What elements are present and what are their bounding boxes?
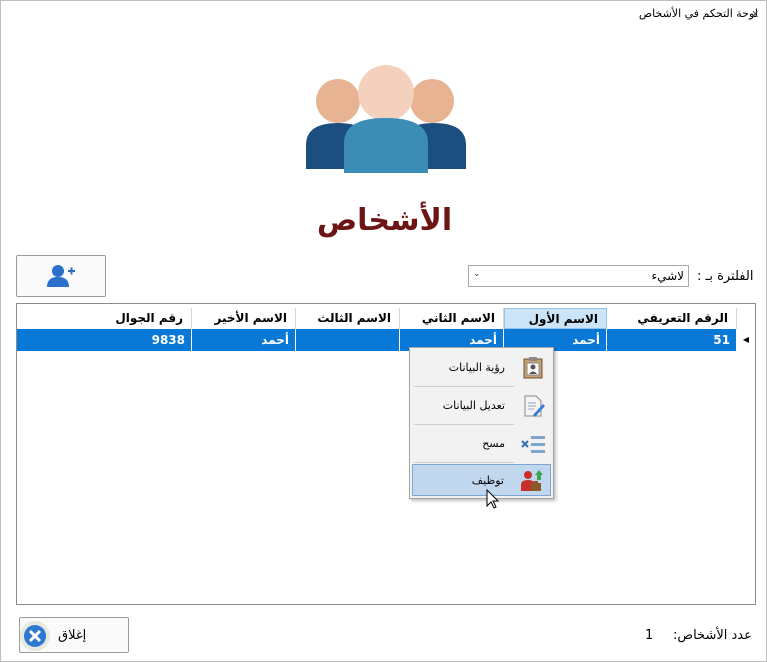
filter-selected-value: لاشيء [651,269,684,283]
column-header-phone[interactable]: رقم الجوال [17,308,192,329]
people-count-value: 1 [645,628,654,643]
cell-third-name[interactable] [296,329,400,351]
column-header-first-name[interactable]: الاسم الأول [504,308,607,329]
hire-person-icon [521,470,543,491]
menu-item-label: توظيف [471,474,504,487]
menu-item-hire[interactable]: توظيف [412,464,551,496]
menu-item-label: تعديل البيانات [442,399,505,412]
cell-id[interactable]: 51 [607,329,737,351]
id-card-icon [523,357,543,379]
cell-last-name[interactable]: أحمد [192,329,296,351]
chevron-down-icon: ⌄ [473,269,481,279]
add-person-button[interactable] [16,255,106,297]
people-table[interactable]: الرقم التعريفي الاسم الأول الاسم الثاني … [16,303,756,605]
table-row[interactable]: 51 أحمد أحمد أحمد 9838 ◀ [17,329,755,351]
window-close-icon[interactable]: x [752,7,759,20]
menu-separator [414,424,514,425]
cell-phone[interactable]: 9838 [17,329,192,351]
menu-item-delete[interactable]: مسح [412,428,551,460]
row-pointer-icon: ◀ [737,329,755,351]
column-header-id[interactable]: الرقم التعريفي [607,308,737,329]
column-header-second-name[interactable]: الاسم الثاني [400,308,504,329]
close-button-label: إغلاق [58,628,87,643]
mouse-cursor-icon [486,489,500,509]
menu-item-edit-data[interactable]: تعديل البيانات [412,390,551,422]
people-management-window: لوحة التحكم في الأشخاص x الأشخاص الفلترة… [0,0,767,662]
column-header-last-name[interactable]: الاسم الأخير [192,308,296,329]
close-button[interactable]: إغلاق [19,617,129,653]
menu-separator [414,462,514,463]
filter-label: الفلترة بـ : [697,269,754,284]
column-header-third-name[interactable]: الاسم الثالث [296,308,400,329]
context-menu: رؤية البيانات تعديل البيانات مسح توظيف [409,347,554,499]
page-title: الأشخاص [316,203,453,238]
delete-icon [521,436,545,453]
filter-dropdown[interactable]: لاشيء ⌄ [468,265,689,287]
title-bar: لوحة التحكم في الأشخاص x [1,1,766,27]
add-user-icon [47,265,75,287]
edit-document-icon [524,395,545,417]
menu-separator [414,386,514,387]
people-count-label: عدد الأشخاص: [673,628,752,643]
menu-item-label: رؤية البيانات [448,361,505,374]
menu-item-label: مسح [482,437,505,450]
menu-item-view-data[interactable]: رؤية البيانات [412,352,551,384]
close-circle-icon [20,621,50,651]
people-group-icon [306,65,466,173]
window-title: لوحة التحكم في الأشخاص [638,7,758,20]
